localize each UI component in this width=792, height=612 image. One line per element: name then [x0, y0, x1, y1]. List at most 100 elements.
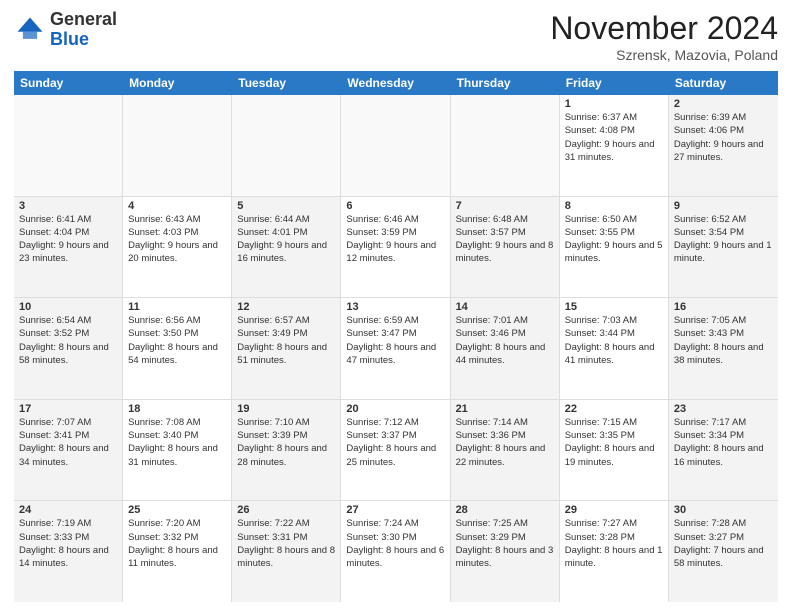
- header-day-saturday: Saturday: [669, 71, 778, 95]
- day-number: 3: [19, 200, 117, 212]
- day-cell-12: 12Sunrise: 6:57 AMSunset: 3:49 PMDayligh…: [232, 298, 341, 399]
- day-cell-21: 21Sunrise: 7:14 AMSunset: 3:36 PMDayligh…: [451, 400, 560, 501]
- day-number: 8: [565, 200, 663, 212]
- day-number: 23: [674, 403, 773, 415]
- empty-cell: [14, 95, 123, 196]
- day-info: Sunrise: 6:41 AMSunset: 4:04 PMDaylight:…: [19, 213, 117, 266]
- month-title: November 2024: [550, 10, 778, 47]
- day-info: Sunrise: 7:19 AMSunset: 3:33 PMDaylight:…: [19, 517, 117, 570]
- day-info: Sunrise: 7:10 AMSunset: 3:39 PMDaylight:…: [237, 416, 335, 469]
- day-cell-29: 29Sunrise: 7:27 AMSunset: 3:28 PMDayligh…: [560, 501, 669, 602]
- day-cell-19: 19Sunrise: 7:10 AMSunset: 3:39 PMDayligh…: [232, 400, 341, 501]
- day-number: 9: [674, 200, 773, 212]
- calendar: SundayMondayTuesdayWednesdayThursdayFrid…: [14, 71, 778, 602]
- calendar-week-3: 10Sunrise: 6:54 AMSunset: 3:52 PMDayligh…: [14, 298, 778, 400]
- day-number: 26: [237, 504, 335, 516]
- day-cell-8: 8Sunrise: 6:50 AMSunset: 3:55 PMDaylight…: [560, 197, 669, 298]
- logo-blue: Blue: [50, 29, 89, 49]
- day-number: 12: [237, 301, 335, 313]
- day-cell-25: 25Sunrise: 7:20 AMSunset: 3:32 PMDayligh…: [123, 501, 232, 602]
- day-cell-27: 27Sunrise: 7:24 AMSunset: 3:30 PMDayligh…: [341, 501, 450, 602]
- day-number: 24: [19, 504, 117, 516]
- day-info: Sunrise: 7:01 AMSunset: 3:46 PMDaylight:…: [456, 314, 554, 367]
- day-info: Sunrise: 6:54 AMSunset: 3:52 PMDaylight:…: [19, 314, 117, 367]
- day-info: Sunrise: 7:12 AMSunset: 3:37 PMDaylight:…: [346, 416, 444, 469]
- day-number: 21: [456, 403, 554, 415]
- day-cell-23: 23Sunrise: 7:17 AMSunset: 3:34 PMDayligh…: [669, 400, 778, 501]
- day-info: Sunrise: 7:14 AMSunset: 3:36 PMDaylight:…: [456, 416, 554, 469]
- day-cell-3: 3Sunrise: 6:41 AMSunset: 4:04 PMDaylight…: [14, 197, 123, 298]
- day-number: 18: [128, 403, 226, 415]
- day-cell-16: 16Sunrise: 7:05 AMSunset: 3:43 PMDayligh…: [669, 298, 778, 399]
- day-cell-9: 9Sunrise: 6:52 AMSunset: 3:54 PMDaylight…: [669, 197, 778, 298]
- header: General Blue November 2024 Szrensk, Mazo…: [14, 10, 778, 63]
- day-info: Sunrise: 6:57 AMSunset: 3:49 PMDaylight:…: [237, 314, 335, 367]
- header-day-sunday: Sunday: [14, 71, 123, 95]
- day-cell-26: 26Sunrise: 7:22 AMSunset: 3:31 PMDayligh…: [232, 501, 341, 602]
- day-info: Sunrise: 6:50 AMSunset: 3:55 PMDaylight:…: [565, 213, 663, 266]
- header-day-thursday: Thursday: [451, 71, 560, 95]
- header-day-monday: Monday: [123, 71, 232, 95]
- day-cell-18: 18Sunrise: 7:08 AMSunset: 3:40 PMDayligh…: [123, 400, 232, 501]
- day-number: 27: [346, 504, 444, 516]
- logo: General Blue: [14, 10, 117, 50]
- day-number: 22: [565, 403, 663, 415]
- day-info: Sunrise: 7:05 AMSunset: 3:43 PMDaylight:…: [674, 314, 773, 367]
- day-cell-2: 2Sunrise: 6:39 AMSunset: 4:06 PMDaylight…: [669, 95, 778, 196]
- day-cell-10: 10Sunrise: 6:54 AMSunset: 3:52 PMDayligh…: [14, 298, 123, 399]
- calendar-week-5: 24Sunrise: 7:19 AMSunset: 3:33 PMDayligh…: [14, 501, 778, 602]
- day-cell-20: 20Sunrise: 7:12 AMSunset: 3:37 PMDayligh…: [341, 400, 450, 501]
- day-info: Sunrise: 7:17 AMSunset: 3:34 PMDaylight:…: [674, 416, 773, 469]
- logo-general: General: [50, 9, 117, 29]
- day-info: Sunrise: 7:15 AMSunset: 3:35 PMDaylight:…: [565, 416, 663, 469]
- day-cell-24: 24Sunrise: 7:19 AMSunset: 3:33 PMDayligh…: [14, 501, 123, 602]
- header-day-wednesday: Wednesday: [341, 71, 450, 95]
- day-cell-14: 14Sunrise: 7:01 AMSunset: 3:46 PMDayligh…: [451, 298, 560, 399]
- day-info: Sunrise: 7:28 AMSunset: 3:27 PMDaylight:…: [674, 517, 773, 570]
- day-cell-30: 30Sunrise: 7:28 AMSunset: 3:27 PMDayligh…: [669, 501, 778, 602]
- day-cell-1: 1Sunrise: 6:37 AMSunset: 4:08 PMDaylight…: [560, 95, 669, 196]
- day-number: 19: [237, 403, 335, 415]
- logo-text: General Blue: [50, 10, 117, 50]
- day-info: Sunrise: 6:39 AMSunset: 4:06 PMDaylight:…: [674, 111, 773, 164]
- day-number: 4: [128, 200, 226, 212]
- day-cell-13: 13Sunrise: 6:59 AMSunset: 3:47 PMDayligh…: [341, 298, 450, 399]
- day-info: Sunrise: 6:46 AMSunset: 3:59 PMDaylight:…: [346, 213, 444, 266]
- day-cell-15: 15Sunrise: 7:03 AMSunset: 3:44 PMDayligh…: [560, 298, 669, 399]
- header-day-friday: Friday: [560, 71, 669, 95]
- day-info: Sunrise: 6:48 AMSunset: 3:57 PMDaylight:…: [456, 213, 554, 266]
- day-number: 11: [128, 301, 226, 313]
- calendar-week-2: 3Sunrise: 6:41 AMSunset: 4:04 PMDaylight…: [14, 197, 778, 299]
- day-number: 25: [128, 504, 226, 516]
- empty-cell: [341, 95, 450, 196]
- day-number: 10: [19, 301, 117, 313]
- calendar-week-1: 1Sunrise: 6:37 AMSunset: 4:08 PMDaylight…: [14, 95, 778, 197]
- day-cell-11: 11Sunrise: 6:56 AMSunset: 3:50 PMDayligh…: [123, 298, 232, 399]
- empty-cell: [451, 95, 560, 196]
- calendar-week-4: 17Sunrise: 7:07 AMSunset: 3:41 PMDayligh…: [14, 400, 778, 502]
- day-info: Sunrise: 6:44 AMSunset: 4:01 PMDaylight:…: [237, 213, 335, 266]
- day-info: Sunrise: 6:56 AMSunset: 3:50 PMDaylight:…: [128, 314, 226, 367]
- day-number: 2: [674, 98, 773, 110]
- header-day-tuesday: Tuesday: [232, 71, 341, 95]
- day-info: Sunrise: 6:37 AMSunset: 4:08 PMDaylight:…: [565, 111, 663, 164]
- day-info: Sunrise: 6:43 AMSunset: 4:03 PMDaylight:…: [128, 213, 226, 266]
- day-number: 7: [456, 200, 554, 212]
- day-cell-5: 5Sunrise: 6:44 AMSunset: 4:01 PMDaylight…: [232, 197, 341, 298]
- day-number: 6: [346, 200, 444, 212]
- day-number: 13: [346, 301, 444, 313]
- day-number: 1: [565, 98, 663, 110]
- day-info: Sunrise: 7:25 AMSunset: 3:29 PMDaylight:…: [456, 517, 554, 570]
- logo-icon: [14, 14, 46, 46]
- day-info: Sunrise: 7:08 AMSunset: 3:40 PMDaylight:…: [128, 416, 226, 469]
- day-cell-17: 17Sunrise: 7:07 AMSunset: 3:41 PMDayligh…: [14, 400, 123, 501]
- day-info: Sunrise: 7:20 AMSunset: 3:32 PMDaylight:…: [128, 517, 226, 570]
- day-number: 29: [565, 504, 663, 516]
- title-block: November 2024 Szrensk, Mazovia, Poland: [550, 10, 778, 63]
- day-info: Sunrise: 6:59 AMSunset: 3:47 PMDaylight:…: [346, 314, 444, 367]
- day-info: Sunrise: 7:07 AMSunset: 3:41 PMDaylight:…: [19, 416, 117, 469]
- empty-cell: [123, 95, 232, 196]
- day-number: 28: [456, 504, 554, 516]
- day-cell-22: 22Sunrise: 7:15 AMSunset: 3:35 PMDayligh…: [560, 400, 669, 501]
- page: General Blue November 2024 Szrensk, Mazo…: [0, 0, 792, 612]
